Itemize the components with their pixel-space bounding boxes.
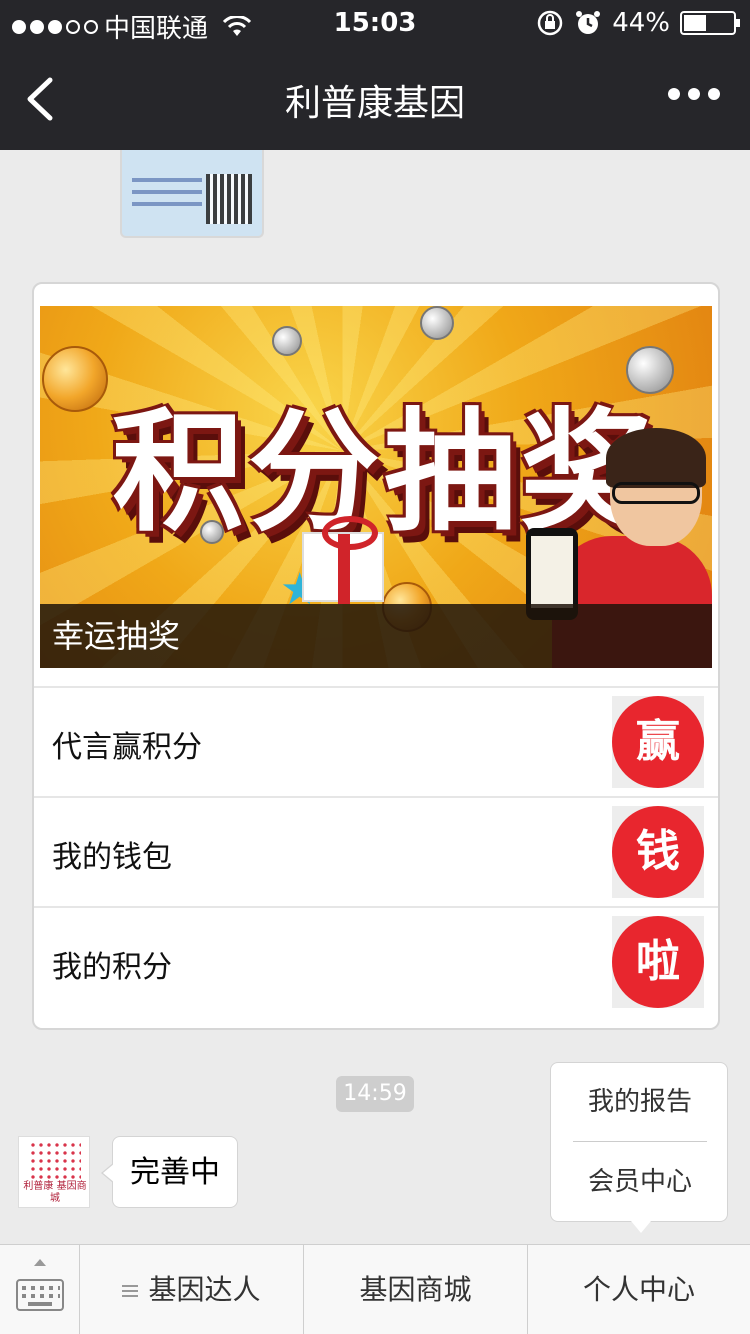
submenu-indicator-icon (122, 1285, 139, 1297)
nav-bar: 利普康基因 (0, 48, 750, 150)
money-badge-icon: 钱 (612, 806, 704, 898)
menu-item-wallet[interactable]: 我的钱包 钱 (34, 796, 718, 906)
tab-gene-expert[interactable]: 基因达人 (80, 1245, 304, 1334)
keyboard-toggle-icon[interactable] (0, 1245, 80, 1334)
gift-box-icon (302, 516, 384, 604)
qr-code-icon (206, 174, 252, 224)
page-title: 利普康基因 (284, 83, 465, 124)
la-badge-icon: 啦 (612, 916, 704, 1008)
tab-label: 基因达人 (148, 1273, 261, 1306)
message-bubble[interactable]: 完善中 (101, 1136, 238, 1208)
previous-image-message[interactable] (120, 150, 264, 238)
submenu-item-member-center[interactable]: 会员中心 (551, 1143, 729, 1221)
bottom-menu-bar: 基因达人 基因商城 个人中心 (0, 1244, 750, 1334)
battery-percent: 44% (612, 8, 670, 38)
avatar-logo-text: 利普康 基因商城 (23, 1181, 87, 1204)
personal-center-submenu: 我的报告 会员中心 (550, 1062, 729, 1233)
status-right: 44% (536, 8, 740, 38)
chat-timestamp: 14:59 (336, 1076, 414, 1112)
tab-personal-center[interactable]: 个人中心 (528, 1245, 750, 1334)
submenu-divider (573, 1141, 707, 1142)
battery-icon (680, 11, 740, 35)
avatar[interactable]: 利普康 基因商城 (18, 1136, 90, 1208)
alarm-icon (576, 11, 601, 34)
lottery-banner[interactable]: 积分抽奖 ★ 幸运抽奖 (40, 306, 712, 668)
submenu-item-my-report[interactable]: 我的报告 (551, 1063, 729, 1141)
coin-icon (272, 326, 302, 356)
menu-item-label: 我的积分 (52, 950, 172, 985)
win-badge-icon: 赢 (612, 696, 704, 788)
tab-label: 个人中心 (582, 1273, 695, 1306)
coin-icon (420, 306, 454, 340)
banner-caption: 幸运抽奖 (40, 604, 712, 668)
tab-label: 基因商城 (359, 1273, 472, 1306)
menu-item-endorse-points[interactable]: 代言赢积分 赢 (34, 686, 718, 796)
menu-item-label: 代言赢积分 (52, 730, 202, 765)
brand-logo-icon (29, 1141, 81, 1181)
menu-item-label: 我的钱包 (52, 840, 172, 875)
more-options-icon[interactable] (668, 88, 720, 100)
status-bar: 中国联通 15:03 44% (0, 0, 750, 48)
coin-icon (42, 346, 108, 412)
rotation-lock-icon (537, 10, 563, 36)
tab-gene-mall[interactable]: 基因商城 (304, 1245, 528, 1334)
article-card: 积分抽奖 ★ 幸运抽奖 代言赢积分 赢 我的钱包 钱 我的积分 啦 (32, 282, 720, 1030)
menu-item-my-points[interactable]: 我的积分 啦 (34, 906, 718, 1016)
